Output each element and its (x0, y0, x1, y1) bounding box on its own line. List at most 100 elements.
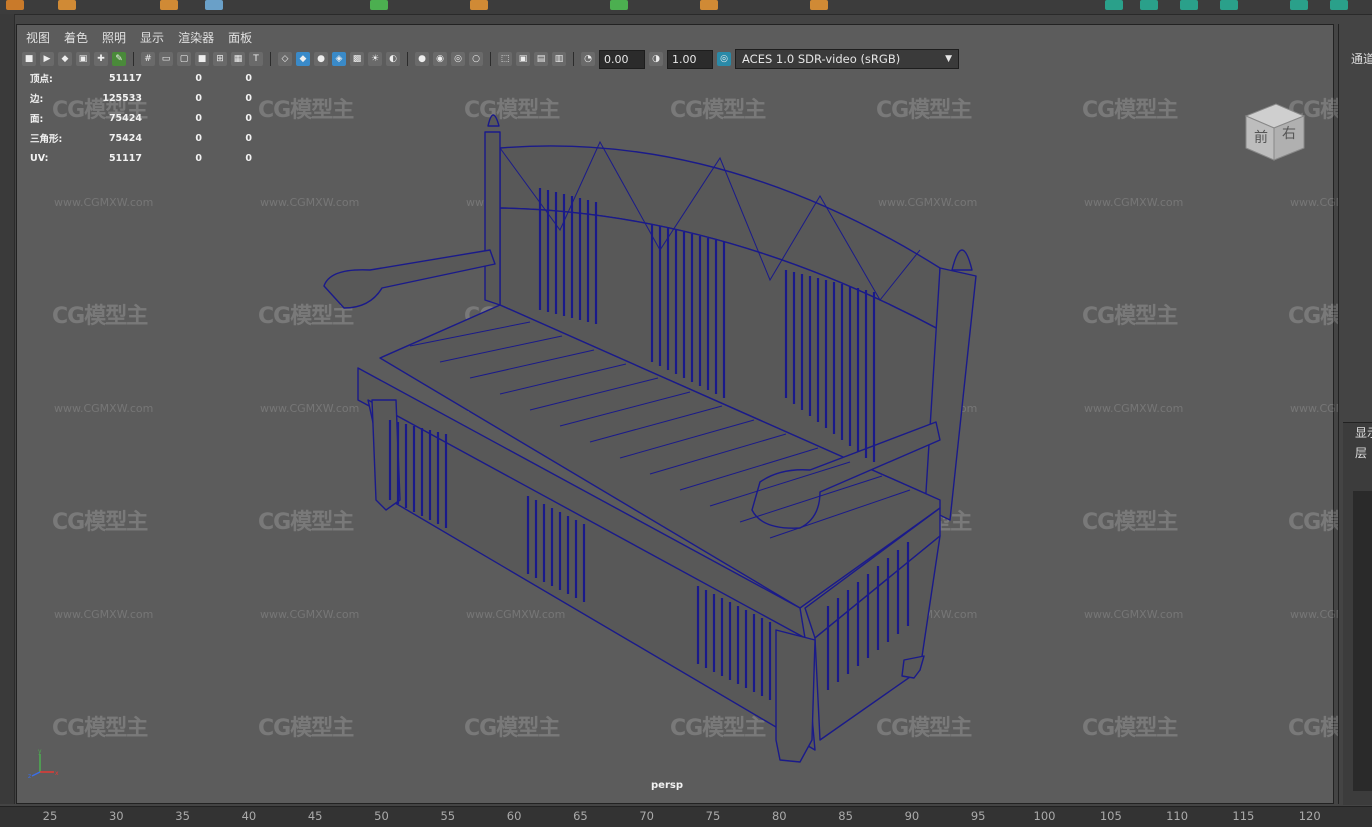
depth-of-field-icon[interactable]: ○ (469, 52, 483, 66)
hud-label: 面: (30, 114, 44, 125)
menu-view[interactable]: 视图 (26, 29, 50, 46)
watermark-logo: CG模型主 (1082, 98, 1178, 123)
hud-row-uvs: UV: 51117 0 0 (30, 148, 252, 168)
multisample-aa-icon[interactable]: ◎ (451, 52, 465, 66)
safe-title-icon[interactable]: T (249, 52, 263, 66)
timeline-tick-label: 30 (108, 809, 124, 823)
chevron-down-icon: ▼ (945, 54, 952, 64)
menu-renderer[interactable]: 渲染器 (178, 29, 214, 46)
isolate-select-icon[interactable]: ⬚ (498, 52, 512, 66)
hud-row-faces: 面: 75424 0 0 (30, 108, 252, 128)
watermark-logo: CG模型主 (1082, 510, 1178, 535)
view-transform-dropdown[interactable]: ACES 1.0 SDR-video (sRGB) ▼ (735, 49, 959, 69)
timeline-tick-label: 105 (1099, 809, 1122, 823)
textured-icon[interactable]: ▩ (350, 52, 364, 66)
shelf-tool-icon[interactable] (470, 0, 488, 10)
shelf-tool-icon[interactable] (58, 0, 76, 10)
layer-menu[interactable]: 层 (1343, 443, 1372, 463)
timeline-tick-label: 80 (771, 809, 787, 823)
layer-list[interactable] (1353, 491, 1372, 791)
resolution-gate-icon[interactable]: ▢ (177, 52, 191, 66)
toolbar-separator (133, 52, 134, 66)
timeline-tick-label: 100 (1033, 809, 1056, 823)
timeline-tick-label: 55 (440, 809, 456, 823)
watermark-url: www.CGMXW.com (54, 608, 154, 621)
shelf-tool-icon[interactable] (810, 0, 828, 10)
timeline-tick-label: 90 (904, 809, 920, 823)
grid-icon[interactable]: # (141, 52, 155, 66)
hud-value: 0 (195, 72, 202, 84)
screen-space-ao-icon[interactable]: ● (415, 52, 429, 66)
viewcube-right-label[interactable]: 右 (1282, 126, 1296, 142)
hud-value: 51117 (108, 72, 142, 84)
wireframe-icon[interactable]: ◇ (278, 52, 292, 66)
shelf-tool-icon[interactable] (610, 0, 628, 10)
timeline-tick-label: 45 (307, 809, 323, 823)
safe-action-icon[interactable]: ▦ (231, 52, 245, 66)
toolbar-separator (270, 52, 271, 66)
watermark-url: www.CGMXW.com (54, 402, 154, 415)
channel-box-tab[interactable]: 通道 (1351, 50, 1372, 67)
shelf-tool-icon[interactable] (1290, 0, 1308, 10)
svg-text:y: y (38, 748, 42, 755)
shelf-bar (0, 0, 1372, 15)
viewcube-front-label[interactable]: 前 (1254, 129, 1268, 146)
shelf-tool-icon[interactable] (6, 0, 24, 10)
exposure-field[interactable] (599, 49, 645, 69)
gate-mask-icon[interactable]: ■ (195, 52, 209, 66)
shelf-tool-icon[interactable] (700, 0, 718, 10)
shadows-icon[interactable]: ◐ (386, 52, 400, 66)
two-d-pan-icon[interactable]: ✚ (94, 52, 108, 66)
toolbar-separator (490, 52, 491, 66)
watermark-url: www.CGMXW.com (1084, 196, 1184, 209)
hud-row-edges: 边: 125533 0 0 (30, 88, 252, 108)
color-management-icon[interactable]: ◎ (717, 52, 731, 66)
timeline-tick-label: 65 (573, 809, 588, 823)
shelf-tool-icon[interactable] (160, 0, 178, 10)
toolbar-separator (573, 52, 574, 66)
shelf-tool-icon[interactable] (1330, 0, 1348, 10)
time-slider[interactable]: 25 30 35 40 45 50 55 60 65 70 75 80 85 90 95 100 105 110 1… (0, 806, 1372, 827)
select-camera-icon[interactable]: ■ (22, 52, 36, 66)
camera-attributes-icon[interactable]: ▶ (40, 52, 54, 66)
left-toolbox (0, 14, 15, 804)
hud-label: 边: (30, 94, 44, 105)
wireframe-on-shaded-icon[interactable]: ◈ (332, 52, 346, 66)
panel-toolbar: ■ ▶ ◆ ▣ ✚ ✎ # ▭ ▢ ■ ⊞ ▦ T ◇ ◆ ● ◈ ▩ ☀ ◐ … (18, 48, 1338, 70)
bench-wireframe-model[interactable] (300, 100, 1000, 780)
svg-text:x: x (55, 770, 59, 777)
hud-value: 0 (245, 132, 252, 144)
xray-active-components-icon[interactable]: ▤ (534, 52, 548, 66)
viewcube[interactable]: 前 右 (1242, 98, 1308, 164)
use-all-lights-icon[interactable]: ☀ (368, 52, 382, 66)
hud-value: 75424 (108, 132, 142, 144)
shelf-tool-icon[interactable] (370, 0, 388, 10)
timeline-tick-label: 75 (705, 809, 721, 823)
motion-blur-icon[interactable]: ◉ (433, 52, 447, 66)
film-gate-icon[interactable]: ▭ (159, 52, 173, 66)
smooth-shade-icon[interactable]: ◆ (296, 52, 310, 66)
shelf-tool-icon[interactable] (205, 0, 223, 10)
menu-lighting[interactable]: 照明 (102, 29, 126, 46)
watermark-url: www.CGMXW.com (54, 196, 154, 209)
shelf-tool-icon[interactable] (1140, 0, 1158, 10)
watermark-logo: CG模型主 (52, 716, 148, 741)
gamma-icon[interactable]: ◑ (649, 52, 663, 66)
xray-joints-icon[interactable]: ▥ (552, 52, 566, 66)
shelf-tool-icon[interactable] (1180, 0, 1198, 10)
xray-icon[interactable]: ▣ (516, 52, 530, 66)
shelf-tool-icon[interactable] (1220, 0, 1238, 10)
menu-panels[interactable]: 面板 (228, 29, 252, 46)
menu-show[interactable]: 显示 (140, 29, 164, 46)
watermark-url: www.CGMXW.com (1084, 402, 1184, 415)
grease-pencil-icon[interactable]: ✎ (112, 52, 126, 66)
exposure-icon[interactable]: ◔ (581, 52, 595, 66)
default-material-icon[interactable]: ● (314, 52, 328, 66)
menu-shading[interactable]: 着色 (64, 29, 88, 46)
image-plane-icon[interactable]: ▣ (76, 52, 90, 66)
gamma-field[interactable] (667, 49, 713, 69)
bookmark-icon[interactable]: ◆ (58, 52, 72, 66)
field-chart-icon[interactable]: ⊞ (213, 52, 227, 66)
shelf-tool-icon[interactable] (1105, 0, 1123, 10)
display-tab[interactable]: 显示 (1343, 423, 1372, 443)
